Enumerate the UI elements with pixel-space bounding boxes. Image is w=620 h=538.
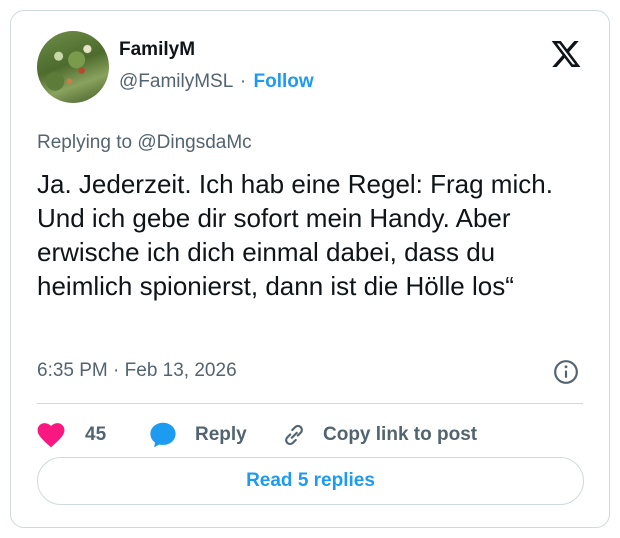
action-bar: 45 Reply Copy link to post — [37, 419, 597, 451]
speech-bubble-icon — [150, 422, 176, 448]
tweet-time: 6:35 PM — [37, 360, 108, 381]
copy-link-label: Copy link to post — [323, 424, 478, 445]
link-icon — [285, 424, 303, 446]
tweet-card: FamilyM @FamilyMSL · Follow Replying to … — [10, 10, 610, 528]
like-button[interactable]: 45 — [37, 419, 106, 451]
read-replies-button[interactable]: Read 5 replies — [37, 457, 584, 505]
timestamp[interactable]: 6:35 PM · Feb 13, 2026 — [37, 360, 237, 382]
copy-link-button[interactable]: Copy link to post — [281, 419, 477, 451]
divider — [37, 403, 583, 404]
separator-dot: · — [239, 71, 247, 92]
heart-icon — [37, 423, 65, 448]
author-name[interactable]: FamilyM — [119, 39, 195, 61]
reply-mention-link[interactable]: @DingsdaMc — [137, 132, 251, 153]
info-icon[interactable] — [553, 359, 579, 385]
replying-prefix: Replying to — [37, 132, 133, 153]
follow-button[interactable]: Follow — [253, 71, 313, 92]
author-handle-row: @FamilyMSL · Follow — [119, 71, 314, 93]
tweet-text: Ja. Jederzeit. Ich hab eine Regel: Frag … — [37, 169, 553, 301]
separator-dot: · — [113, 360, 120, 381]
reply-button[interactable]: Reply — [149, 419, 247, 451]
x-logo-icon[interactable] — [549, 38, 583, 70]
replying-to: Replying to @DingsdaMc — [37, 132, 252, 154]
author-handle[interactable]: @FamilyMSL — [119, 71, 233, 92]
tweet-date: Feb 13, 2026 — [124, 360, 237, 381]
like-count: 45 — [85, 424, 107, 445]
reply-label: Reply — [195, 424, 247, 445]
avatar[interactable] — [37, 31, 109, 103]
